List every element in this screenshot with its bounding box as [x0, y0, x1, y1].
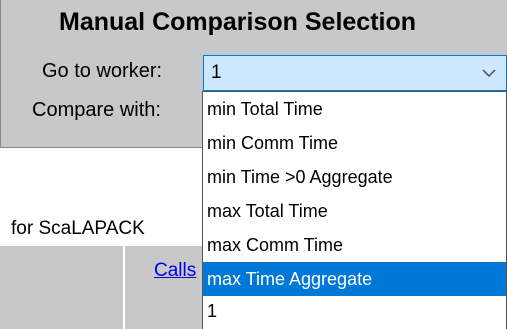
option-worker-1[interactable]: 1	[203, 296, 506, 326]
option-max-time-aggregate[interactable]: max Time Aggregate	[203, 262, 506, 296]
for-scalapack-text: for ScaLAPACK	[11, 218, 145, 239]
option-min-time-gt0-aggregate[interactable]: min Time >0 Aggregate	[203, 160, 506, 194]
go-to-worker-label: Go to worker:	[42, 60, 163, 82]
panel-title: Manual Comparison Selection	[59, 8, 417, 36]
go-to-worker-select[interactable]: 1	[203, 55, 507, 91]
compare-with-label: Compare with:	[32, 99, 161, 121]
table-cell	[0, 246, 123, 329]
chevron-down-icon[interactable]	[480, 64, 498, 82]
calls-link[interactable]: Calls	[154, 260, 196, 282]
table-cell	[125, 246, 202, 329]
option-min-total-time[interactable]: min Total Time	[203, 92, 506, 126]
compare-with-dropdown-list[interactable]: min Total Time min Comm Time min Time >0…	[202, 91, 507, 329]
option-max-comm-time[interactable]: max Comm Time	[203, 228, 506, 262]
option-min-comm-time[interactable]: min Comm Time	[203, 126, 506, 160]
go-to-worker-value: 1	[211, 62, 222, 83]
option-max-total-time[interactable]: max Total Time	[203, 194, 506, 228]
